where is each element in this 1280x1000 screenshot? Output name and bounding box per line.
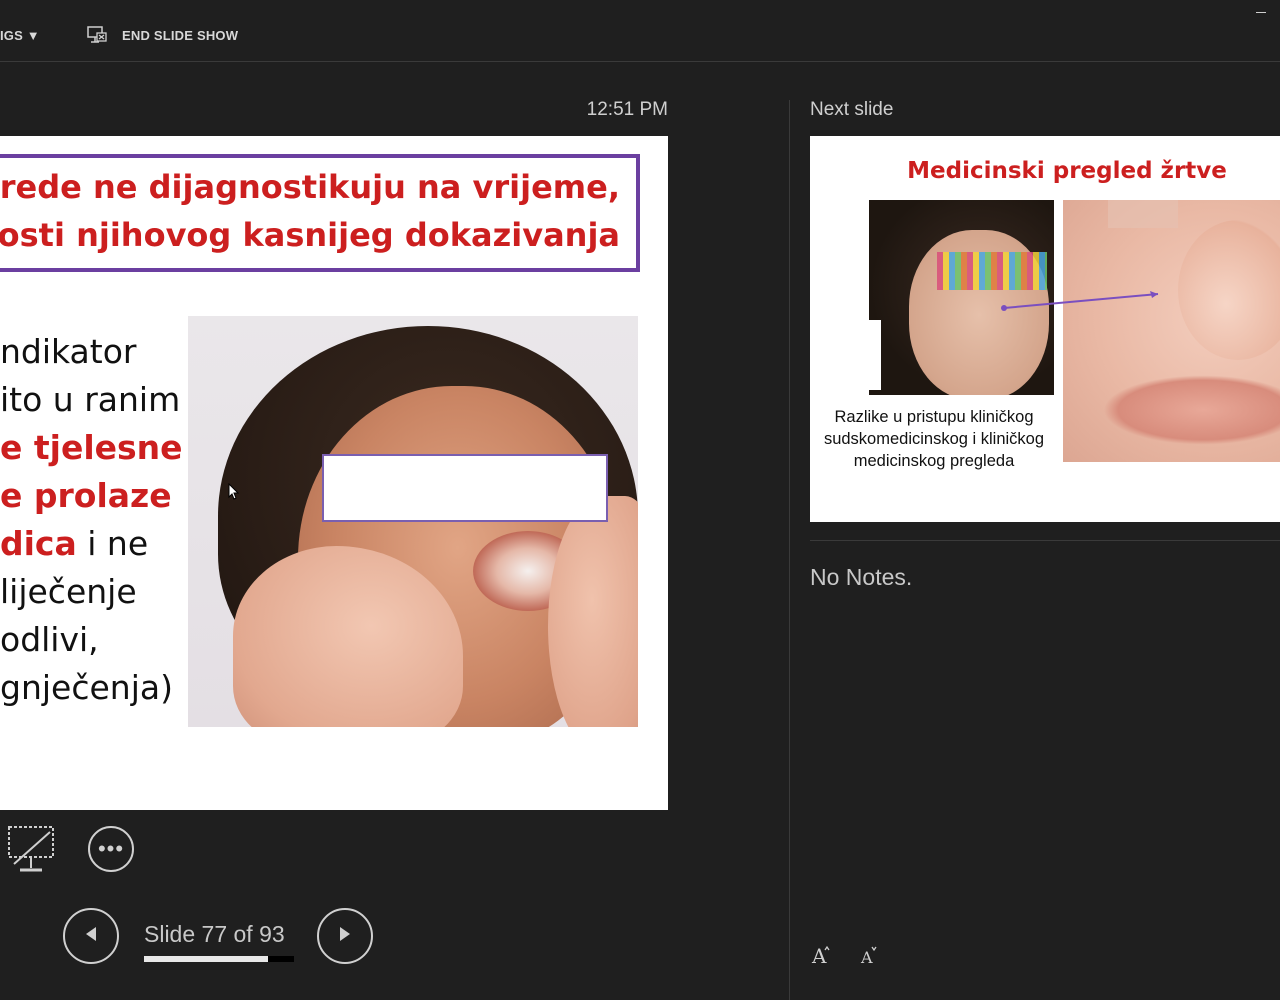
mouse-cursor-icon [228, 482, 240, 506]
redaction-box [322, 454, 608, 522]
notes-divider[interactable] [810, 540, 1280, 541]
slide-body-line: ito u ranim [0, 380, 181, 419]
more-options-button[interactable]: ••• [88, 826, 134, 872]
presenter-view: IGS ▼ END SLIDE SHOW 12:51 PM Next slide… [0, 0, 1280, 1000]
slide-body-line: odlivi, [0, 620, 99, 659]
slide-counter[interactable]: Slide 77 of 93 [144, 921, 285, 948]
slide-body-line: liječenje [0, 572, 137, 611]
end-slide-show-label: END SLIDE SHOW [122, 27, 239, 43]
display-settings-menu[interactable]: IGS ▼ [0, 24, 40, 46]
increase-font-icon[interactable]: A [810, 944, 832, 971]
slide-progress-bar [144, 956, 294, 962]
speaker-notes: No Notes. [810, 564, 913, 590]
next-slide-icon [337, 925, 353, 948]
svg-text:A: A [811, 944, 827, 966]
slide-progress-fill [144, 956, 269, 962]
top-toolbar: IGS ▼ END SLIDE SHOW [0, 0, 1280, 62]
slide-body-line: e prolaze [0, 476, 172, 515]
slide-body-line: dica i ne [0, 524, 149, 563]
slide-title-line-2: ućnosti njihovog kasnijeg dokazivanja [0, 216, 620, 254]
next-slide-title: Medicinski pregled žrtve [907, 158, 1227, 184]
slide-title-box: ovrede ne dijagnostikuju na vrijeme, ućn… [0, 154, 640, 272]
slide-photo [188, 316, 638, 727]
next-slide-photo-closeup [1063, 200, 1280, 462]
slide-body-line: ndikator [0, 332, 137, 371]
slide-title-line-1: ovrede ne dijagnostikuju na vrijeme, [0, 168, 620, 206]
next-slide-preview[interactable]: Medicinski pregled žrtve Razlike u prist… [810, 136, 1280, 522]
minimize-icon[interactable] [1256, 12, 1266, 13]
end-slide-show-button[interactable]: END SLIDE SHOW [86, 24, 238, 46]
previous-slide-button[interactable] [63, 908, 119, 964]
svg-text:A: A [860, 948, 873, 966]
arrow-annotation [1001, 291, 1159, 311]
decrease-font-icon[interactable]: A [858, 944, 880, 971]
more-options-icon: ••• [97, 836, 125, 861]
previous-slide-icon [83, 925, 99, 948]
screen-pen-icon[interactable] [6, 824, 56, 876]
slide-body-line: e tjelesne [0, 428, 183, 467]
display-settings-label: IGS ▼ [0, 27, 40, 43]
next-slide-button[interactable] [317, 908, 373, 964]
end-slide-show-icon [86, 25, 108, 45]
clock: 12:51 PM [586, 99, 668, 120]
next-slide-caption: Razlike u pristupu kliničkog sudskomedic… [823, 408, 1045, 470]
slide-body-line: gnječenja) [0, 668, 173, 707]
current-slide[interactable]: ovrede ne dijagnostikuju na vrijeme, ućn… [0, 136, 668, 810]
next-slide-label: Next slide [810, 99, 894, 120]
pane-divider[interactable] [789, 100, 790, 1000]
